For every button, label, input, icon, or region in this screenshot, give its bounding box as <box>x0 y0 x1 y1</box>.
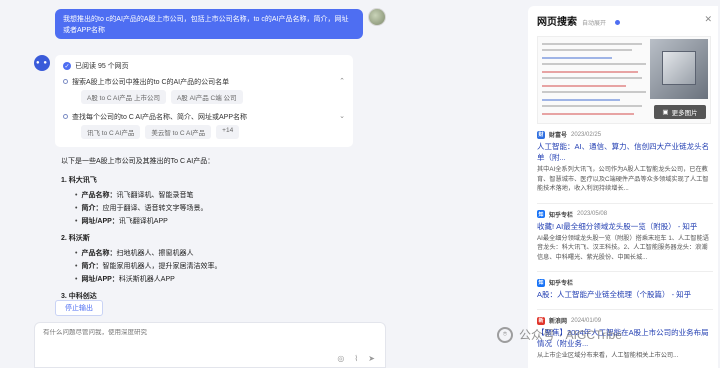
assistant-answer: ✓ 已阅读 95 个网页 搜索A股上市公司中推出的to C的AI产品的公司名单 … <box>55 55 355 305</box>
detail-value: 智能家用机器人，提升家居清洁效率。 <box>102 263 222 270</box>
step-text: 搜索A股上市公司中推出的to C的AI产品的公司名单 <box>72 79 230 86</box>
more-tags-badge[interactable]: +14 <box>216 125 240 139</box>
search-step[interactable]: 搜索A股上市公司中推出的to C的AI产品的公司名单 ⌃ <box>63 77 345 87</box>
panel-header: 网页搜索 自动展开 <box>528 6 718 31</box>
result-snippet: 从上市企业区域分布来看，人工智能相关上市公司... <box>537 352 679 359</box>
step-dot-icon <box>63 79 68 84</box>
attach-icon[interactable]: ⌇ <box>354 354 358 363</box>
detail-value: 科沃斯机器人APP <box>118 276 175 283</box>
source-logo-icon: 财 <box>537 130 545 139</box>
input-toolbar: ◎ ⌇ ➤ <box>337 354 375 363</box>
query-tag[interactable]: A股 to C AI产品 上市公司 <box>81 90 166 104</box>
detail-item: 简介：应用于翻译、语音转文字等场景。 <box>75 202 355 215</box>
result-title-link[interactable]: 人工智能：AI、通信、算力、信创四大产业链龙头名单（附... <box>537 141 713 163</box>
send-icon[interactable]: ➤ <box>368 354 375 363</box>
result-title-link[interactable]: A股：人工智能产业链全梳理（个股篇） - 知乎 <box>537 289 713 300</box>
chip-image <box>650 39 708 99</box>
reading-progress-card: ✓ 已阅读 95 个网页 搜索A股上市公司中推出的to C的AI产品的公司名单 … <box>55 55 353 147</box>
detail-value: 讯飞翻译机、智能录音笔 <box>116 192 194 199</box>
web-search-panel: 网页搜索 自动展开 ✕ ▣ 更多图片 财 财富号 2023/02/25 人工智能… <box>528 6 718 368</box>
watermark: ⌾ 公众号 · AIGCTribe <box>497 326 622 343</box>
result-title-link[interactable]: 收藏! AI最全细分领域龙头股一览（附股） - 知乎 <box>537 221 713 232</box>
detail-value: 应用于翻译、语音转文字等场景。 <box>102 205 208 212</box>
detail-label: 产品名称： <box>81 250 117 257</box>
source-name: 财富号 <box>549 133 568 139</box>
detail-label: 产品名称： <box>81 192 117 199</box>
stop-output-button[interactable]: 停止输出 <box>55 300 103 316</box>
query-tag[interactable]: 美云智 to C AI产品 <box>145 125 212 139</box>
assistant-face-icon: ● ● <box>36 60 48 66</box>
answer-text: 以下是一些A股上市公司及其推出的To C AI产品： 1. 科大讯飞 产品名称：… <box>55 147 355 303</box>
source-name: 知乎专栏 <box>549 281 574 287</box>
chat-pane: 我想推出的to c的AI产品的A股上市公司，包括上市公司名称，to c的AI产品… <box>0 0 530 368</box>
company-heading: 2. 科沃斯 <box>61 235 90 242</box>
detail-item: 网址/APP：讯飞翻译机APP <box>75 215 355 228</box>
result-date: 2023/05/08 <box>577 211 608 217</box>
result-snippet: AI最全细分领域龙头股一览（附股）搭乘末班车 1、人工智能语音龙头：科大讯飞、汉… <box>537 234 709 261</box>
divider <box>537 202 713 204</box>
source-logo-icon: 知 <box>537 278 545 287</box>
detail-value: 讯飞翻译机APP <box>118 218 168 225</box>
reading-header[interactable]: ✓ 已阅读 95 个网页 <box>63 61 345 71</box>
watermark-text: 公众号 · AIGCTribe <box>519 328 622 342</box>
detail-item: 网址/APP：科沃斯机器人APP <box>75 273 355 286</box>
query-tag[interactable]: A股 AI产品 C端 公司 <box>170 90 243 104</box>
result-snippet: 其中AI全系列大讯飞，公司作为A股人工智能龙头公司，已在教育、智慧城市、医疗以及… <box>537 166 709 192</box>
user-message-bubble: 我想推出的to c的AI产品的A股上市公司，包括上市公司名称，to c的AI产品… <box>55 9 363 39</box>
result-source: 知 知乎专栏 <box>537 278 713 287</box>
source-name: 知乎专栏 <box>549 212 574 219</box>
detail-label: 简介： <box>81 205 103 212</box>
answer-intro: 以下是一些A股上市公司及其推出的To C AI产品： <box>61 158 215 165</box>
chevron-up-icon[interactable]: ⌃ <box>339 77 345 85</box>
reading-title: 已阅读 95 个网页 <box>75 63 129 70</box>
search-result[interactable]: 知 知乎专栏 2023/05/08 收藏! AI最全细分领域龙头股一览（附股） … <box>537 210 713 263</box>
wechat-icon: ⌾ <box>497 326 513 343</box>
query-tag[interactable]: 讯飞 to C AI产品 <box>81 125 141 139</box>
detail-label: 简介： <box>81 263 103 270</box>
search-result[interactable]: 财 财富号 2023/02/25 人工智能：AI、通信、算力、信创四大产业链龙头… <box>537 130 713 194</box>
result-source: 新 新浪网 2024/01/09 <box>537 316 713 325</box>
company-details: 产品名称：讯飞翻译机、智能录音笔 简介：应用于翻译、语音转文字等场景。 网址/A… <box>75 189 355 228</box>
deep-search-icon[interactable]: ◎ <box>337 354 344 363</box>
image-icon: ▣ <box>662 109 669 116</box>
search-step[interactable]: 查找每个公司的to C AI产品名称、简介、网址或APP名称 ⌄ <box>63 112 345 122</box>
source-logo-icon: 新 <box>537 316 545 325</box>
more-images-label: 更多图片 <box>671 110 698 117</box>
source-name: 新浪网 <box>549 319 568 325</box>
chat-input-box: ◎ ⌇ ➤ <box>34 322 386 368</box>
image-preview[interactable]: ▣ 更多图片 <box>537 36 711 124</box>
detail-label: 网址/APP： <box>81 276 119 283</box>
step-text: 查找每个公司的to C AI产品名称、简介、网址或APP名称 <box>72 114 248 121</box>
chevron-down-icon[interactable]: ⌄ <box>339 112 345 120</box>
step-dot-icon <box>63 114 68 119</box>
divider <box>537 271 713 272</box>
check-icon: ✓ <box>63 62 71 70</box>
result-source: 知 知乎专栏 2023/05/08 <box>537 210 713 219</box>
detail-item: 简介：智能家用机器人，提升家居清洁效率。 <box>75 260 355 273</box>
chat-input[interactable] <box>43 329 303 336</box>
panel-title: 网页搜索 <box>537 17 577 28</box>
source-logo-icon: 知 <box>537 210 545 218</box>
result-source: 财 财富号 2023/02/25 <box>537 130 713 139</box>
more-images-button[interactable]: ▣ 更多图片 <box>654 105 706 119</box>
detail-item: 产品名称：扫地机器人、擦窗机器人 <box>75 247 355 260</box>
user-avatar[interactable] <box>368 8 386 26</box>
company-heading: 3. 中科创达 <box>61 293 97 300</box>
detail-label: 网址/APP： <box>81 218 119 225</box>
detail-value: 扫地机器人、擦窗机器人 <box>116 250 194 257</box>
step-tags: A股 to C AI产品 上市公司 A股 AI产品 C端 公司 <box>81 90 345 104</box>
result-date: 2024/01/09 <box>571 317 602 324</box>
detail-item: 产品名称：讯飞翻译机、智能录音笔 <box>75 189 355 202</box>
assistant-avatar: ● ● <box>34 55 50 71</box>
company-details: 产品名称：扫地机器人、擦窗机器人 简介：智能家用机器人，提升家居清洁效率。 网址… <box>75 247 355 286</box>
close-icon[interactable]: ✕ <box>704 14 712 25</box>
search-result[interactable]: 知 知乎专栏 A股：人工智能产业链全梳理（个股篇） - 知乎 <box>537 278 713 300</box>
step-tags: 讯飞 to C AI产品 美云智 to C AI产品 +14 <box>81 125 345 139</box>
status-dot-icon <box>615 20 621 25</box>
company-heading: 1. 科大讯飞 <box>61 177 97 184</box>
result-date: 2023/02/25 <box>571 131 602 138</box>
auto-expand-toggle[interactable]: 自动展开 <box>582 18 606 27</box>
divider <box>537 309 713 310</box>
